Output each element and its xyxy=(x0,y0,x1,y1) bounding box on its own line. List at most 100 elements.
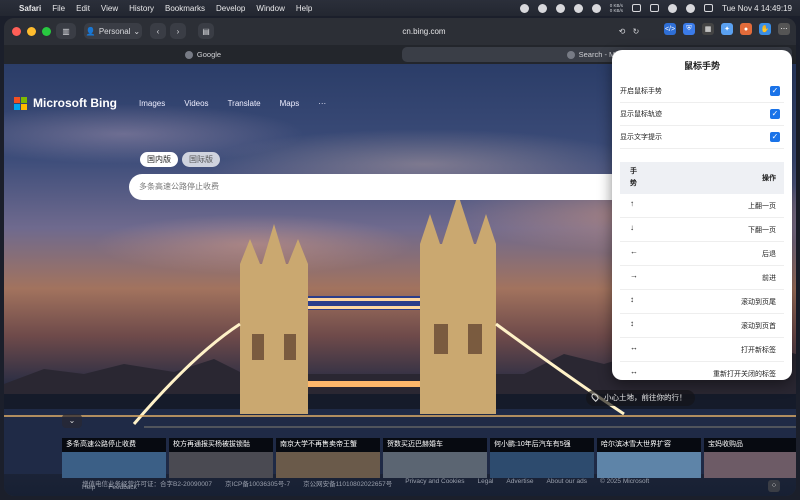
news-card[interactable]: 多条高速公路停止收费 xyxy=(62,438,166,478)
network-speed: 0 KB/s 0 KB/s xyxy=(610,3,623,13)
translate-icon[interactable]: ⟲ xyxy=(616,23,628,39)
display-icon[interactable] xyxy=(632,4,642,12)
qr-extension-icon[interactable]: ▦ xyxy=(702,23,714,35)
news-title: 校方再通报买杨被拔锁骷 xyxy=(169,438,273,452)
footer-legal[interactable]: Legal xyxy=(477,478,493,488)
menu-file[interactable]: File xyxy=(52,4,65,13)
shield-extension-icon[interactable]: ⛨ xyxy=(683,23,695,35)
option-show-trail[interactable]: 显示鼠标轨迹 ✓ xyxy=(620,105,784,126)
battery-icon[interactable] xyxy=(650,4,660,12)
close-button[interactable] xyxy=(12,27,21,36)
scatter-dots-icon[interactable]: ⁘ xyxy=(768,480,780,492)
zoom-button[interactable] xyxy=(42,27,51,36)
nav-maps[interactable]: Maps xyxy=(280,99,300,108)
header-action: 操作 xyxy=(762,175,776,182)
arrow-down-up-icon: ↕ xyxy=(630,319,634,328)
news-title: 南京大学不再售卖帝王蟹 xyxy=(276,438,380,452)
footer-icp[interactable]: 京ICP备10036305号-7 xyxy=(225,478,290,488)
region-tab-international[interactable]: 国际版 xyxy=(182,152,220,167)
menu-bookmarks[interactable]: Bookmarks xyxy=(165,4,205,13)
bing-logo-text: Microsoft Bing xyxy=(33,96,117,110)
tab-google[interactable]: Google xyxy=(8,47,398,62)
news-thumbnail xyxy=(490,452,594,478)
menu-view[interactable]: View xyxy=(101,4,118,13)
sidebar-toggle-icon[interactable]: ▥ xyxy=(56,23,76,39)
menu-help[interactable]: Help xyxy=(296,4,312,13)
search-icon[interactable] xyxy=(686,3,696,13)
checkbox-checked-icon[interactable]: ✓ xyxy=(770,132,780,142)
status-icon-2[interactable] xyxy=(555,3,565,13)
news-card[interactable]: 哈尔滨冰雪大世界扩容 xyxy=(597,438,701,478)
wechat-icon[interactable] xyxy=(519,3,529,13)
nav-videos[interactable]: Videos xyxy=(184,99,208,108)
menu-develop[interactable]: Develop xyxy=(216,4,245,13)
checkbox-checked-icon[interactable]: ✓ xyxy=(770,86,780,96)
popup-title: 鼠标手势 xyxy=(683,61,720,71)
profile-button[interactable]: 👤 Personal ⌄ xyxy=(84,23,142,39)
devtools-extension-icon[interactable]: </> xyxy=(664,23,676,35)
menu-history[interactable]: History xyxy=(129,4,154,13)
nav-images[interactable]: Images xyxy=(139,99,165,108)
search-input[interactable]: 多条高速公路停止收费 xyxy=(129,174,629,200)
footer-police[interactable]: 京公网安备11010802022657号 xyxy=(303,478,392,488)
news-card[interactable]: 宝妈收购品 xyxy=(704,438,796,478)
reload-icon[interactable]: ↻ xyxy=(630,23,642,39)
address-bar[interactable]: cn.bing.com xyxy=(214,24,634,40)
more-extension-icon[interactable]: ⋯ xyxy=(778,23,790,35)
news-thumbnail xyxy=(169,452,273,478)
table-row: ↑ 上翻一页 xyxy=(620,194,784,218)
nav-more[interactable]: ··· xyxy=(318,99,326,108)
news-card[interactable]: 南京大学不再售卖帝王蟹 xyxy=(276,438,380,478)
color-extension-icon[interactable]: ● xyxy=(740,23,752,35)
footer-about-ads[interactable]: About our ads xyxy=(547,478,587,488)
menu-edit[interactable]: Edit xyxy=(76,4,90,13)
news-card[interactable]: 贺数买迈巴赫婚车 xyxy=(383,438,487,478)
footer-feedback[interactable]: Feedback xyxy=(108,484,137,491)
control-center-icon[interactable] xyxy=(704,4,714,12)
menu-window[interactable]: Window xyxy=(256,4,284,13)
news-card[interactable]: 何小鹏:10年后汽车有5强 xyxy=(490,438,594,478)
mouse-gesture-extension-icon[interactable]: ✋ xyxy=(759,23,771,35)
person-icon: 👤 xyxy=(85,26,96,36)
option-show-text-hint[interactable]: 显示文字提示 ✓ xyxy=(620,128,784,149)
news-thumbnail xyxy=(62,452,166,478)
footer-help[interactable]: Help xyxy=(82,484,95,491)
arrow-right-icon: → xyxy=(630,271,638,280)
news-title: 何小鹏:10年后汽车有5强 xyxy=(490,438,594,452)
news-card[interactable]: 校方再通报买杨被拔锁骷 xyxy=(169,438,273,478)
bing-logo[interactable]: Microsoft Bing xyxy=(14,96,117,110)
region-tab-domestic[interactable]: 国内版 xyxy=(140,152,178,167)
minimize-button[interactable] xyxy=(27,27,36,36)
profile-label: Personal xyxy=(98,26,131,36)
nav-translate[interactable]: Translate xyxy=(228,99,261,108)
checkbox-checked-icon[interactable]: ✓ xyxy=(770,109,780,119)
wifi-icon[interactable] xyxy=(668,3,678,13)
arrow-left-icon: ← xyxy=(630,247,638,256)
table-row: ↔ 打开新标签 xyxy=(620,338,784,362)
news-thumbnail xyxy=(704,452,796,478)
status-icon-1[interactable] xyxy=(537,3,547,13)
back-button[interactable]: ‹ xyxy=(150,23,166,39)
chevron-down-icon: ⌄ xyxy=(133,26,141,36)
gesture-action: 前进 xyxy=(762,275,776,282)
arrow-down-icon: ↓ xyxy=(630,223,634,232)
status-icon-4[interactable] xyxy=(591,3,601,13)
bing-nav: Images Videos Translate Maps ··· xyxy=(139,99,326,108)
arrow-right-left-icon: ↔ xyxy=(630,367,638,376)
page-menu-icon[interactable]: ▤ xyxy=(198,23,214,39)
option-enable-gestures[interactable]: 开启鼠标手势 ✓ xyxy=(620,82,784,103)
arrow-left-right-icon: ↔ xyxy=(630,343,638,352)
header-gesture: 手势 xyxy=(630,168,637,187)
footer-privacy[interactable]: Privacy and Cookies xyxy=(405,478,464,488)
menubar-datetime[interactable]: Tue Nov 4 14:49:19 xyxy=(722,4,792,13)
collapse-news-button[interactable]: ⌄ xyxy=(62,414,82,428)
gesture-action: 上翻一页 xyxy=(748,203,776,210)
menu-app-name[interactable]: Safari xyxy=(19,4,41,13)
news-title: 多条高速公路停止收费 xyxy=(62,438,166,452)
table-row: ↔ 重新打开关闭的标签 xyxy=(620,362,784,380)
footer-advertise[interactable]: Advertise xyxy=(506,478,533,488)
status-icon-3[interactable] xyxy=(573,3,583,13)
image-location-chip[interactable]: 小心土地，前往你的行！ xyxy=(586,390,695,406)
tool-extension-icon[interactable]: ✦ xyxy=(721,23,733,35)
forward-button[interactable]: › xyxy=(170,23,186,39)
